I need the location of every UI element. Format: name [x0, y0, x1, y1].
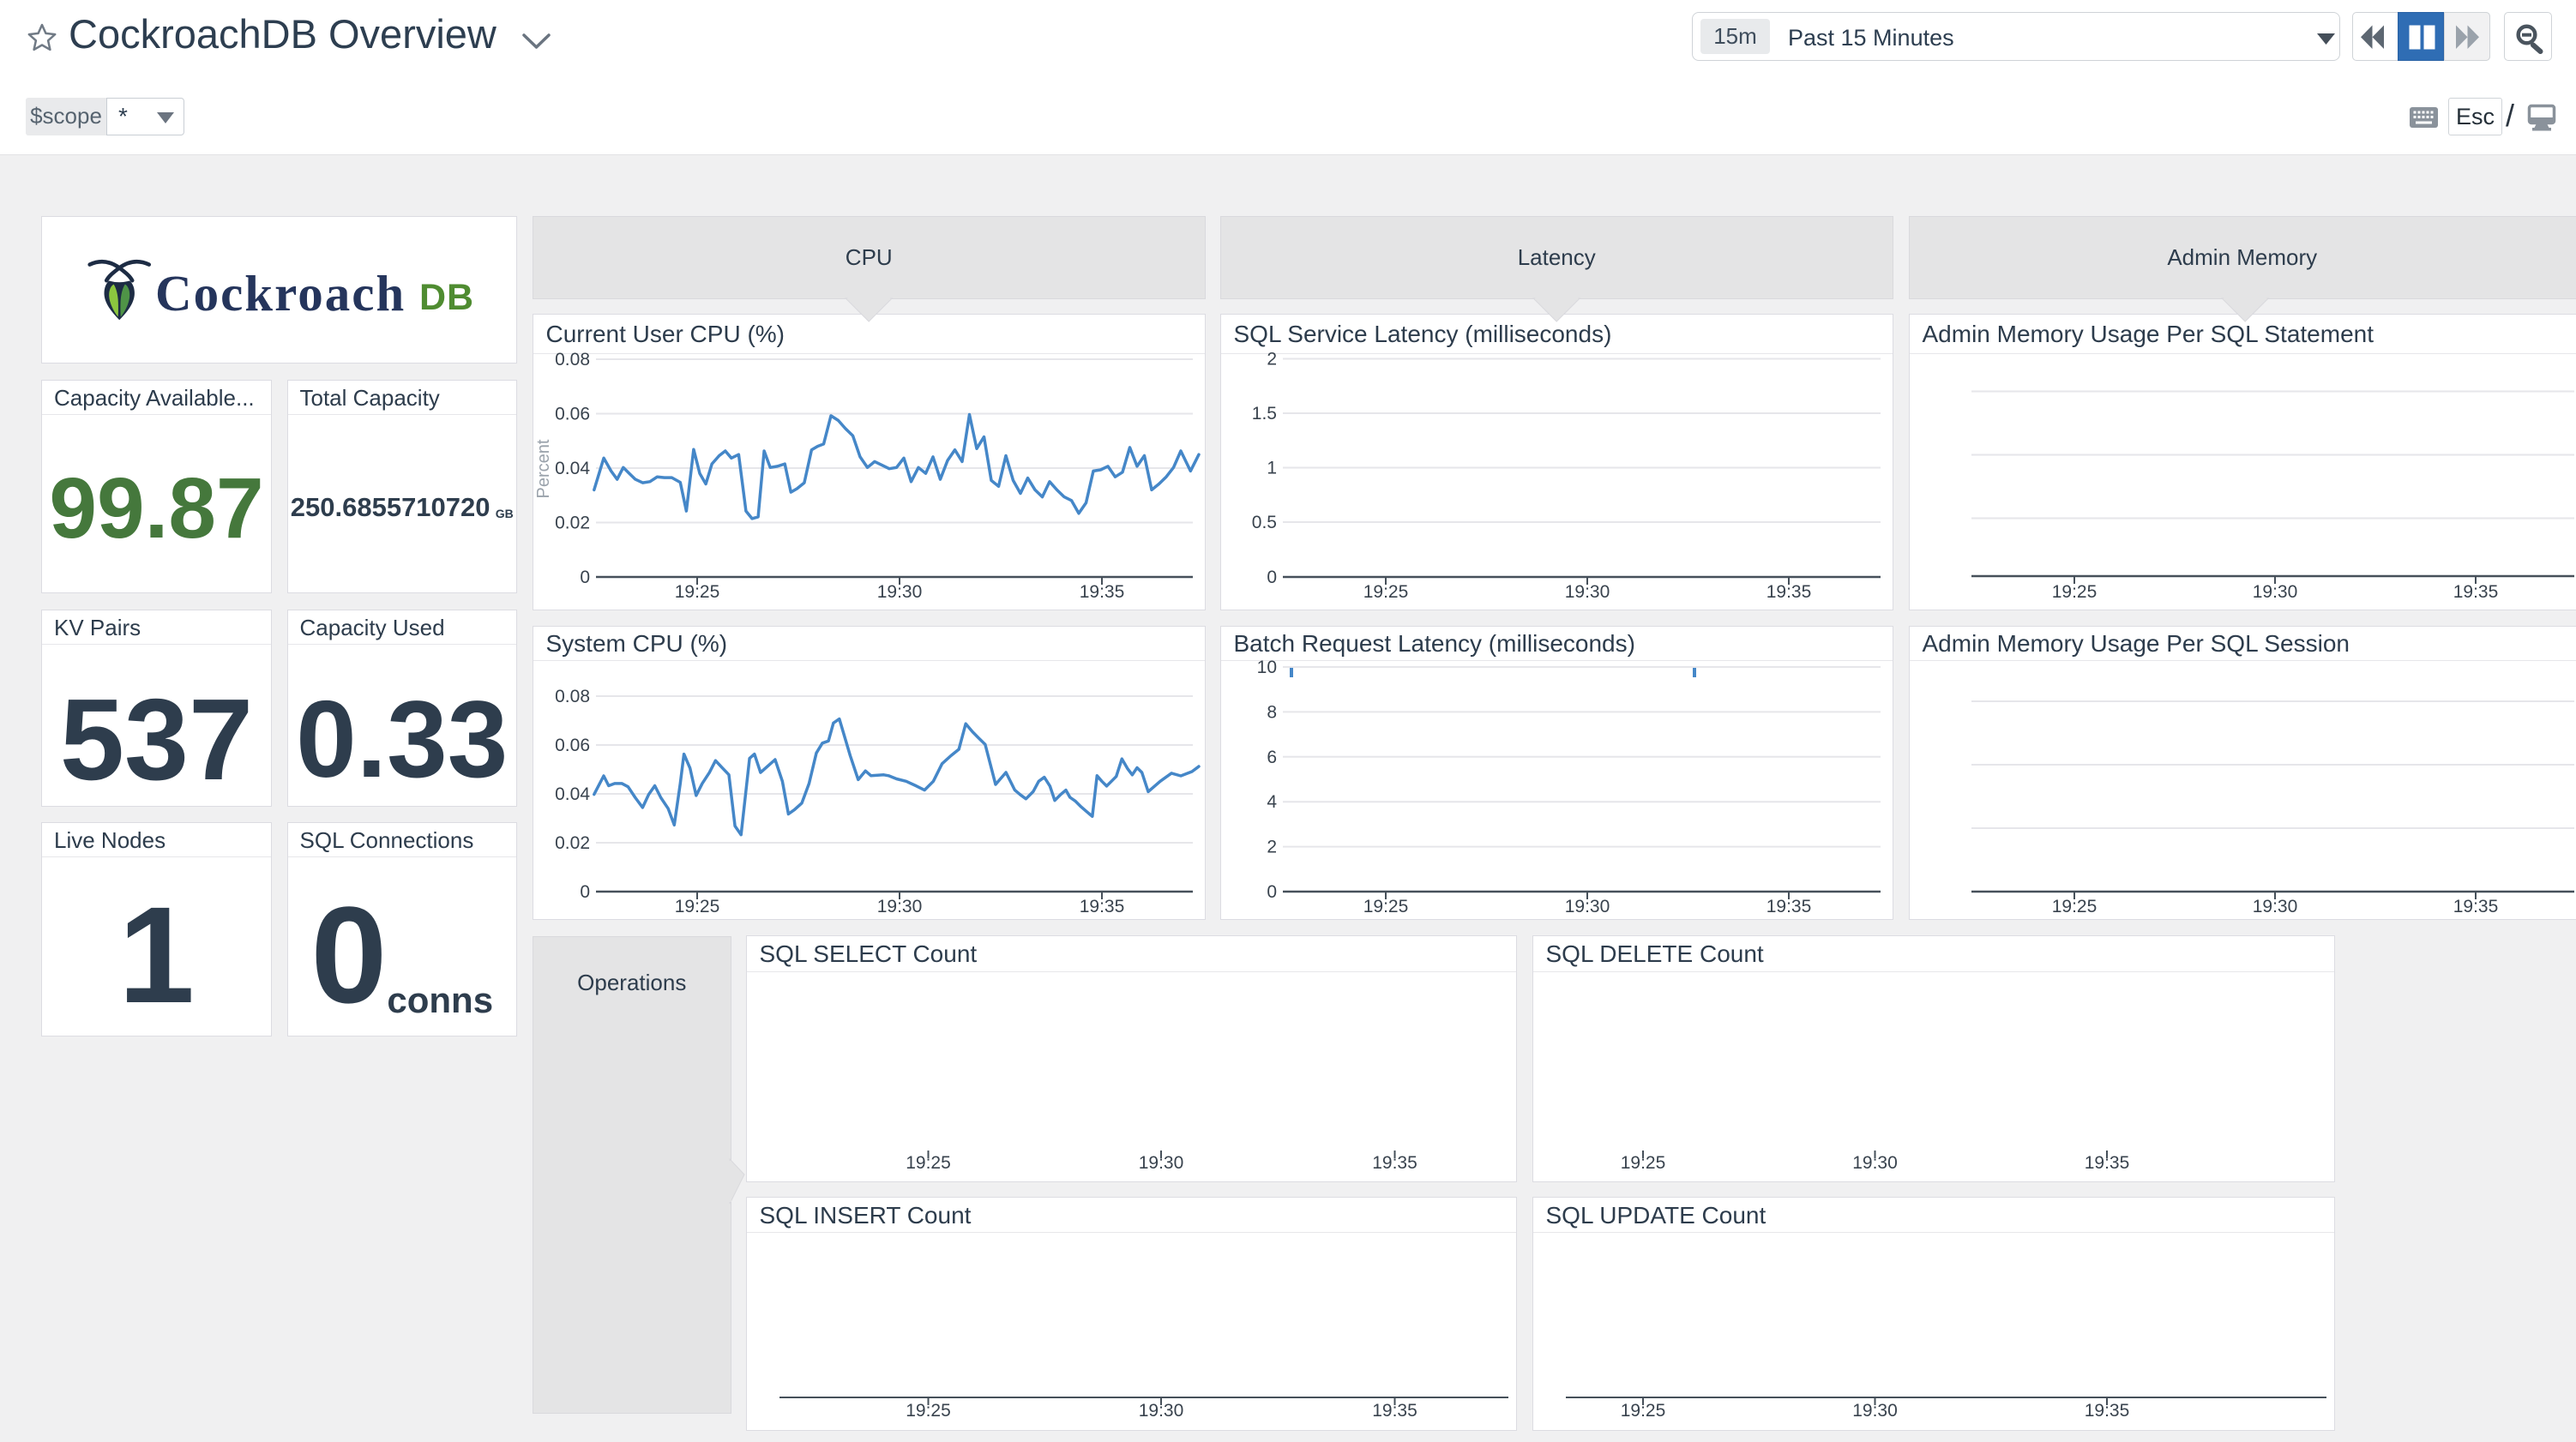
svg-text:19:25: 19:25	[2052, 897, 2098, 916]
svg-text:0: 0	[580, 568, 590, 587]
svg-text:0: 0	[1267, 568, 1277, 587]
svg-text:0.04: 0.04	[555, 784, 590, 804]
svg-text:0.06: 0.06	[555, 405, 590, 424]
svg-text:8: 8	[1267, 702, 1277, 722]
svg-text:4: 4	[1267, 792, 1277, 812]
svg-text:19:35: 19:35	[2453, 897, 2499, 916]
svg-text:19:25: 19:25	[1621, 1401, 1666, 1421]
svg-text:6: 6	[1267, 748, 1277, 767]
svg-text:19:35: 19:35	[1372, 1401, 1417, 1421]
svg-text:19:30: 19:30	[2253, 897, 2298, 916]
svg-text:19:30: 19:30	[1565, 897, 1610, 916]
svg-text:19:25: 19:25	[906, 1401, 951, 1421]
svg-text:19:35: 19:35	[1766, 582, 1812, 602]
svg-text:19:30: 19:30	[1139, 1153, 1184, 1173]
svg-text:0.08: 0.08	[555, 350, 590, 370]
svg-text:19:35: 19:35	[2085, 1153, 2130, 1173]
svg-text:0.02: 0.02	[555, 833, 590, 853]
svg-text:19:25: 19:25	[1363, 897, 1409, 916]
svg-text:19:30: 19:30	[877, 582, 923, 602]
svg-text:19:25: 19:25	[1363, 582, 1409, 602]
svg-text:0: 0	[1267, 882, 1277, 902]
svg-text:19:30: 19:30	[1139, 1401, 1184, 1421]
svg-text:19:30: 19:30	[1852, 1401, 1898, 1421]
svg-text:19:35: 19:35	[1080, 582, 1125, 602]
svg-text:DB: DB	[419, 277, 474, 318]
svg-text:19:30: 19:30	[877, 897, 923, 916]
svg-text:0: 0	[580, 882, 590, 902]
svg-text:0.06: 0.06	[555, 736, 590, 755]
svg-text:10: 10	[1257, 658, 1277, 677]
svg-text:19:30: 19:30	[1565, 582, 1610, 602]
svg-text:19:35: 19:35	[1080, 897, 1125, 916]
svg-text:0.08: 0.08	[555, 687, 590, 706]
svg-text:0.02: 0.02	[555, 514, 590, 533]
svg-text:0.5: 0.5	[1252, 513, 1277, 532]
svg-text:19:25: 19:25	[1621, 1153, 1666, 1173]
svg-text:19:25: 19:25	[675, 582, 720, 602]
svg-text:19:35: 19:35	[1766, 897, 1812, 916]
svg-text:2: 2	[1267, 838, 1277, 857]
svg-text:19:35: 19:35	[1372, 1153, 1417, 1173]
svg-text:19:35: 19:35	[2453, 582, 2499, 602]
svg-text:1.5: 1.5	[1252, 404, 1277, 424]
svg-text:19:30: 19:30	[1852, 1153, 1898, 1173]
svg-text:19:25: 19:25	[2052, 582, 2098, 602]
svg-text:19:25: 19:25	[675, 897, 720, 916]
svg-text:19:30: 19:30	[2253, 582, 2298, 602]
svg-text:19:25: 19:25	[906, 1153, 951, 1173]
svg-text:1: 1	[1267, 459, 1277, 478]
svg-text:0.04: 0.04	[555, 459, 590, 478]
svg-text:2: 2	[1267, 350, 1277, 370]
svg-text:Percent: Percent	[534, 439, 553, 498]
svg-text:Cockroach: Cockroach	[155, 265, 406, 321]
svg-text:19:35: 19:35	[2085, 1401, 2130, 1421]
